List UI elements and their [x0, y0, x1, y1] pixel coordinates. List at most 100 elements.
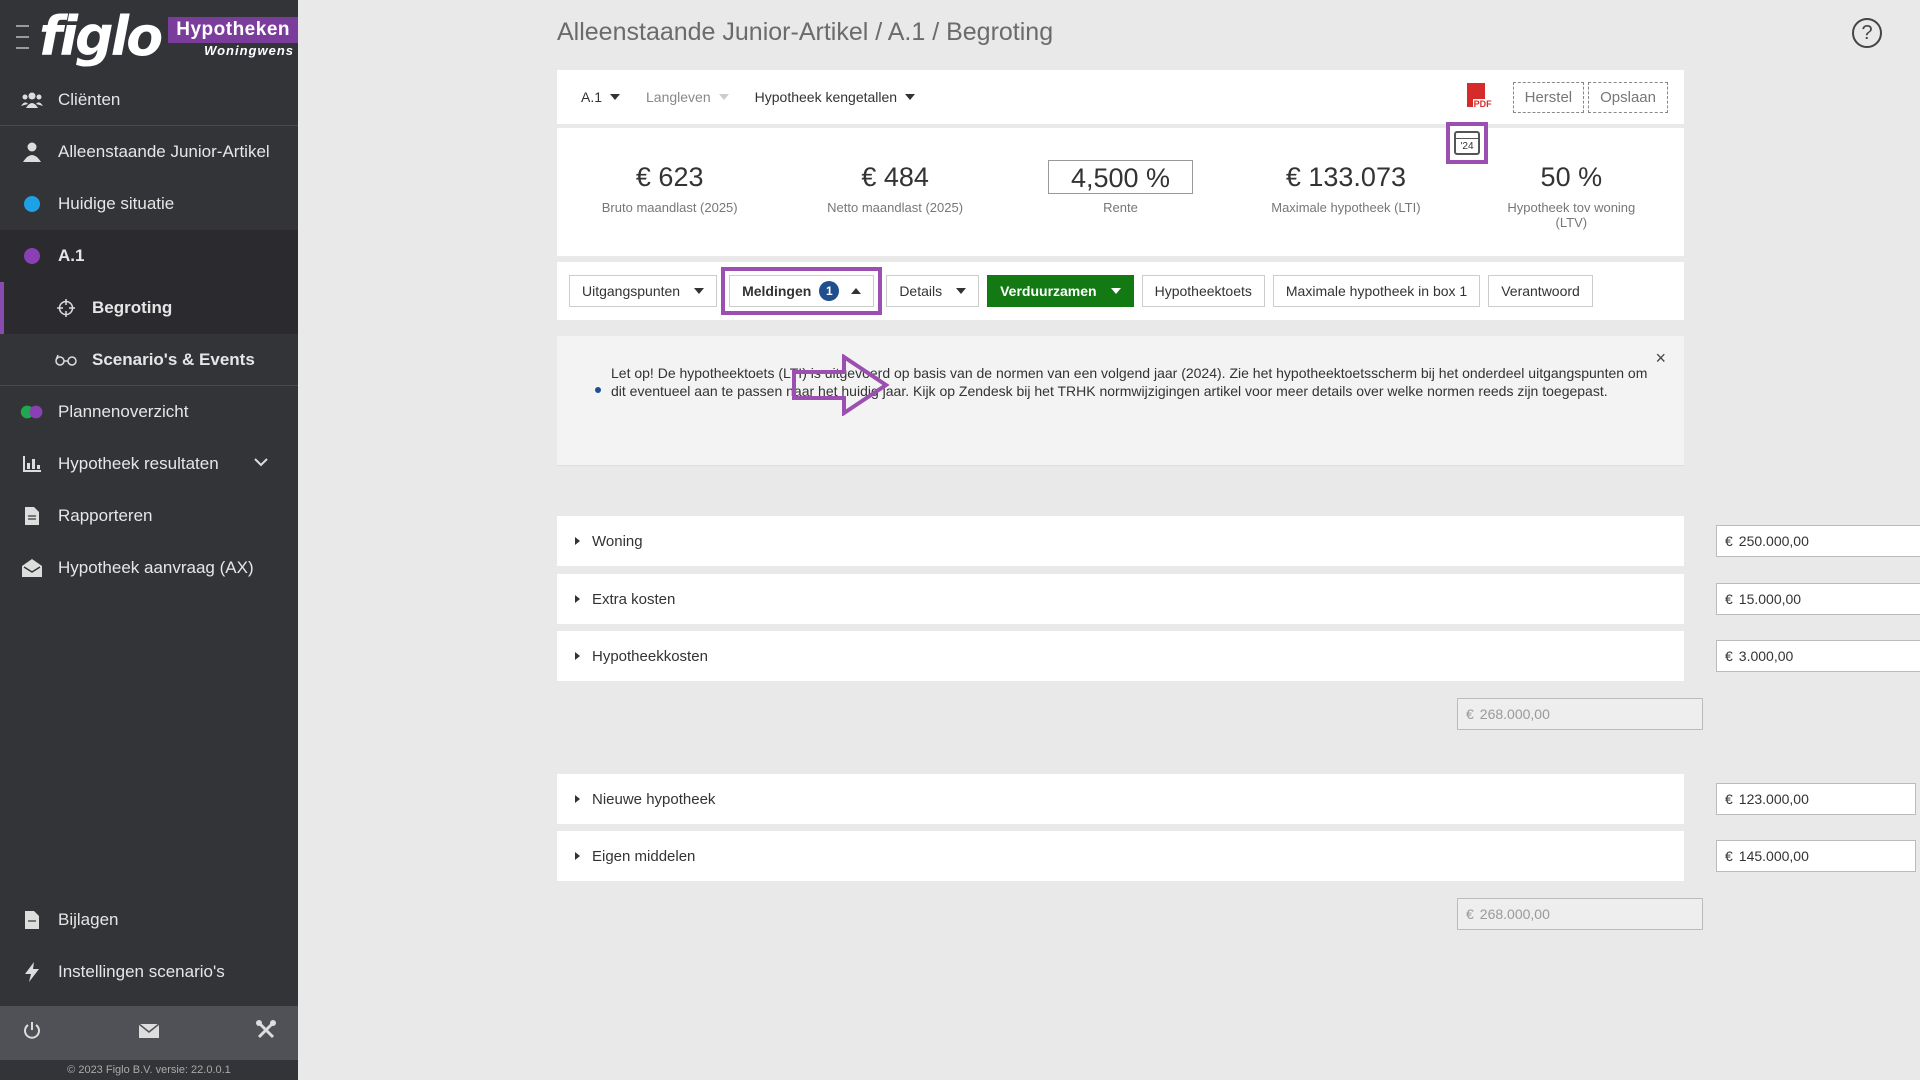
brand-product: Hypotheken — [168, 16, 298, 43]
toolbar-actions: PDF Herstel Opslaan — [1465, 82, 1668, 113]
pdf-label: PDF — [1472, 98, 1493, 109]
kengetallen-dropdown[interactable]: Hypotheek kengetallen — [755, 89, 916, 105]
row-label-text: Hypotheekkosten — [592, 647, 708, 665]
caret-up-icon — [851, 288, 862, 294]
help-icon[interactable]: ? — [1852, 18, 1882, 48]
row-label: Extra kosten — [575, 591, 675, 608]
sidebar-item-label: Cliënten — [58, 89, 121, 109]
sidebar-toolbar — [0, 1006, 298, 1060]
sidebar-item-instellingen-scenarios[interactable]: Instellingen scenario's — [0, 946, 298, 998]
sidebar-item-label: Hypotheek resultaten — [58, 454, 219, 473]
expand-icon — [575, 537, 580, 545]
row-label-text: Woning — [592, 532, 643, 550]
kpi-label: Hypotheek tov woning (LTV) — [1507, 200, 1636, 230]
kpi-bruto-maandlast: € 623 Bruto maandlast (2025) — [557, 128, 782, 256]
sidebar-item-scenarios-events[interactable]: Scenario's & Events — [0, 334, 298, 386]
tab-details[interactable]: Details — [886, 275, 980, 307]
crosshair-icon — [54, 296, 78, 320]
row-label-text: Extra kosten — [592, 590, 676, 608]
caret-down-icon — [610, 94, 621, 100]
attachment-icon — [20, 908, 44, 932]
extra-kosten-input[interactable]: €15.000,00 — [1716, 583, 1920, 615]
expand-icon — [575, 595, 580, 603]
calendar-icon: '24 — [1454, 131, 1480, 155]
pdf-icon[interactable]: PDF — [1465, 82, 1493, 113]
cost-row-hypotheekkosten[interactable]: Hypotheekkosten €3.000,00 — [557, 631, 1920, 681]
currency-symbol: € — [1466, 906, 1474, 922]
solution-row-nieuwe-hypotheek[interactable]: Nieuwe hypotheek €123.000,00 — [557, 774, 1916, 824]
tab-label: Hypotheektoets — [1154, 283, 1252, 299]
tab-verduurzamen[interactable]: Verduurzamen — [987, 275, 1134, 307]
calendar-year-icon[interactable]: '24 — [1446, 122, 1488, 164]
tab-maximale-hypotheek-box1[interactable]: Maximale hypotheek in box 1 — [1272, 275, 1481, 307]
herstel-button[interactable]: Herstel — [1512, 82, 1585, 113]
kpi-value: € 484 — [861, 162, 929, 192]
tab-bar: Uitgangspunten Meldingen 1 Details Verduu… — [557, 262, 1684, 320]
chevron-down-icon[interactable] — [254, 454, 268, 472]
kpi-rente: 4,500 % Rente — [1008, 128, 1233, 256]
meldingen-notice: Let op! De hypotheektoets (LTI) is uitge… — [557, 336, 1684, 466]
product-brand: Hypotheken Woningwens — [168, 16, 298, 58]
hamburger-menu-icon[interactable] — [16, 25, 29, 49]
currency-symbol: € — [1725, 648, 1733, 664]
power-icon[interactable] — [22, 1020, 42, 1046]
currency-symbol: € — [1725, 791, 1733, 807]
breadcrumb: Alleenstaande Junior-Artikel / A.1 / Beg… — [557, 18, 1054, 46]
main-content: Alleenstaande Junior-Artikel / A.1 / Beg… — [298, 0, 1920, 1080]
sidebar-item-label: Scenario's & Events — [92, 349, 255, 369]
kpi-value: 50 % — [1540, 162, 1603, 192]
sidebar-item-client-name[interactable]: Alleenstaande Junior-Artikel — [0, 126, 298, 178]
rente-input[interactable]: 4,500 % — [1047, 160, 1194, 194]
glasses-icon — [54, 348, 78, 372]
meldingen-count-badge: 1 — [819, 281, 840, 301]
sidebar-item-label: Rapporteren — [58, 506, 153, 525]
sidebar-item-label: A.1 — [58, 246, 85, 265]
kpi-label: Bruto maandlast (2025) — [601, 200, 738, 215]
sidebar-item-label: Begroting — [92, 298, 173, 317]
expand-icon — [575, 852, 580, 860]
solution-row-eigen-middelen[interactable]: Eigen middelen €145.000,00 — [557, 831, 1916, 881]
nieuwe-hypotheek-input[interactable]: €123.000,00 — [1716, 783, 1916, 815]
brand-sub: Woningwens — [204, 42, 294, 58]
sidebar-item-hypotheek-resultaten[interactable]: Hypotheek resultaten — [0, 438, 298, 490]
kpi-maximale-hypotheek: € 133.073 Maximale hypotheek (LTI) — [1233, 128, 1458, 256]
langleven-dropdown[interactable]: Langleven — [646, 89, 729, 105]
sidebar-item-bijlagen[interactable]: Bijlagen — [0, 894, 298, 946]
sidebar-item-rapporteren[interactable]: Rapporteren — [0, 490, 298, 542]
sidebar-item-huidige-situatie[interactable]: Huidige situatie — [0, 178, 298, 230]
tab-hypotheektoets[interactable]: Hypotheektoets — [1141, 275, 1265, 307]
money-value: 3.000,00 — [1738, 648, 1794, 664]
hypotheekkosten-input[interactable]: €3.000,00 — [1716, 640, 1920, 672]
tab-verantwoord[interactable]: Verantwoord — [1488, 275, 1593, 307]
scenario-dropdown[interactable]: A.1 — [581, 89, 621, 105]
tab-meldingen[interactable]: Meldingen 1 — [721, 267, 883, 315]
totaal-oplossingen-field: €268.000,00 — [1457, 898, 1703, 930]
sidebar-item-label: Alleenstaande Junior-Artikel — [58, 142, 270, 161]
sidebar-item-a1[interactable]: A.1 — [0, 230, 298, 282]
close-icon[interactable]: × — [1655, 348, 1666, 369]
eigen-middelen-input[interactable]: €145.000,00 — [1716, 840, 1916, 872]
cost-row-extra-kosten[interactable]: Extra kosten €15.000,00 — [557, 574, 1920, 624]
sidebar-item-plannenoverzicht[interactable]: Plannenoverzicht — [0, 386, 298, 438]
tools-icon[interactable] — [256, 1020, 276, 1046]
sidebar-item-clienten[interactable]: Cliënten — [0, 74, 298, 126]
kpi-label: Netto maandlast (2025) — [827, 200, 964, 215]
scenario-dropdown-label: A.1 — [581, 89, 603, 105]
mail-icon[interactable] — [138, 1022, 160, 1045]
cost-row-woning[interactable]: Woning €250.000,00 — [557, 516, 1920, 566]
woning-input[interactable]: €250.000,00 — [1716, 525, 1920, 557]
sidebar-item-begroting[interactable]: Begroting — [0, 282, 298, 334]
purple-dot-icon — [20, 244, 44, 268]
opslaan-button[interactable]: Opslaan — [1588, 82, 1668, 113]
tab-label: Maximale hypotheek in box 1 — [1285, 283, 1468, 299]
money-value: 250.000,00 — [1738, 533, 1809, 549]
sidebar-item-hypotheek-aanvraag[interactable]: Hypotheek aanvraag (AX) — [0, 542, 298, 594]
user-icon — [20, 140, 44, 164]
figlo-logo: figlo — [38, 5, 163, 68]
tab-uitgangspunten[interactable]: Uitgangspunten — [569, 275, 718, 307]
caret-down-icon — [905, 94, 916, 100]
currency-symbol: € — [1725, 591, 1733, 607]
money-value: 145.000,00 — [1738, 848, 1809, 864]
money-value: 268.000,00 — [1479, 906, 1550, 922]
row-label-text: Eigen middelen — [592, 847, 696, 865]
